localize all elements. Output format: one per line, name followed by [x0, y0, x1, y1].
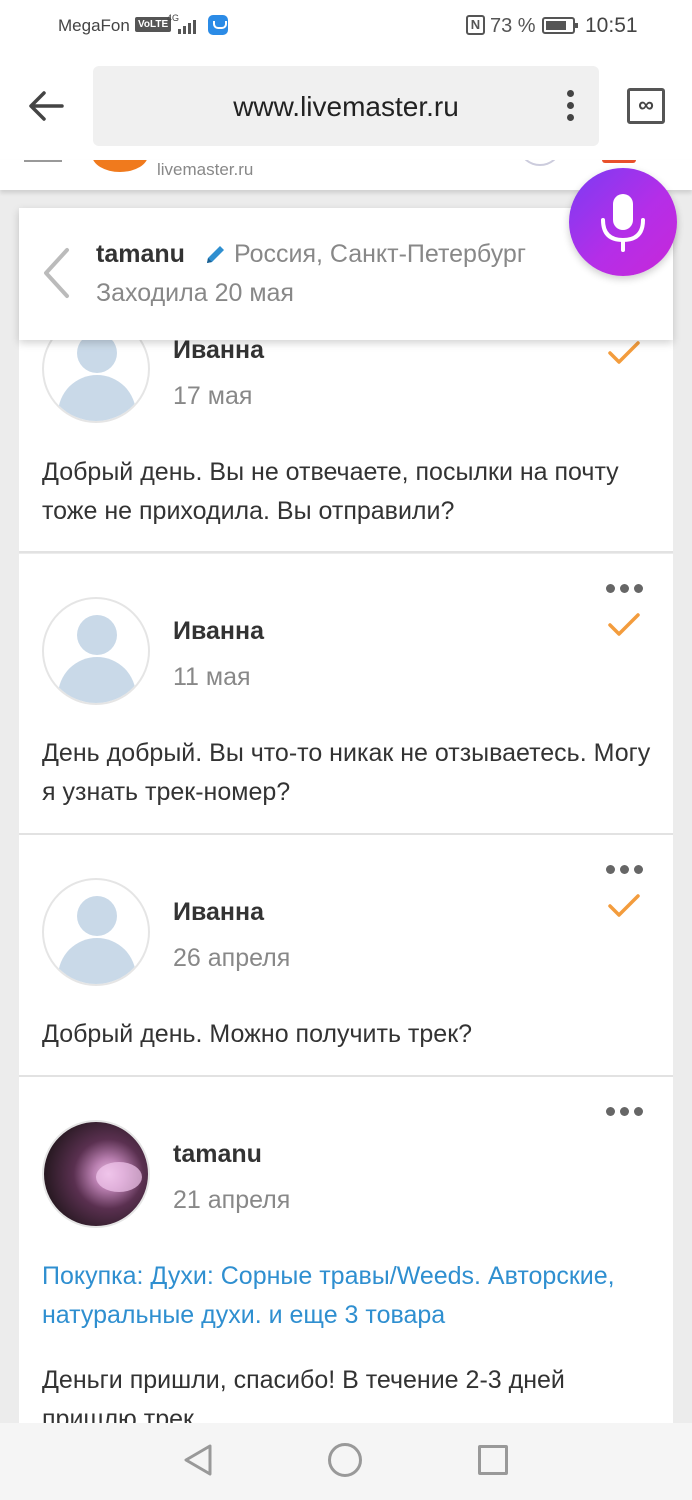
nav-home-icon[interactable]	[328, 1443, 362, 1477]
volte-badge: VoLTE	[135, 17, 172, 32]
more-horizontal-icon	[606, 865, 615, 874]
message-author[interactable]: Иванна	[173, 336, 264, 365]
arrow-left-icon	[29, 91, 64, 121]
message-text: Деньги пришли, спасибо! В течение 2-3 дн…	[42, 1366, 565, 1423]
user-icon[interactable]	[520, 160, 560, 166]
message-options-button[interactable]	[606, 584, 648, 594]
browser-toolbar: www.livemaster.ru ∞	[0, 52, 692, 160]
more-vertical-icon	[566, 90, 574, 97]
battery-icon	[542, 17, 578, 34]
status-bar: MegaFon VoLTE 4G N 73 % 10:51	[0, 0, 692, 52]
message-author[interactable]: tamanu	[173, 1140, 262, 1169]
more-menu-button[interactable]	[563, 90, 577, 124]
message-author[interactable]: Иванна	[173, 617, 264, 646]
purchase-link[interactable]: Покупка: Духи: Сорные травы/Weeds. Автор…	[42, 1257, 662, 1335]
profile-location: Россия, Санкт-Петербург	[234, 240, 526, 268]
avatar[interactable]	[42, 597, 150, 705]
site-domain: livemaster.ru	[157, 160, 254, 179]
address-bar[interactable]: www.livemaster.ru	[93, 66, 599, 146]
nav-recents-icon[interactable]	[478, 1445, 508, 1475]
system-nav-bar	[0, 1423, 692, 1500]
message-text: Добрый день. Можно получить трек?	[42, 1020, 473, 1048]
signal-icon	[178, 18, 200, 34]
battery-percent: 73 %	[490, 15, 536, 37]
menu-icon[interactable]	[24, 160, 62, 162]
profile-username[interactable]: tamanu	[96, 240, 185, 269]
message-author[interactable]: Иванна	[173, 898, 264, 927]
clock: 10:51	[585, 14, 638, 37]
message-date: 21 апреля	[173, 1186, 291, 1214]
messages-list: Иванна 17 мая Добрый день. Вы не отвечае…	[19, 208, 673, 1423]
read-check-icon	[608, 613, 640, 636]
notification-app-icon	[208, 15, 228, 35]
livemaster-logo[interactable]	[92, 160, 148, 172]
nfc-icon: N	[466, 15, 485, 35]
message-item: Иванна 26 апреля Добрый день. Можно полу…	[19, 835, 673, 1077]
message-date: 11 мая	[173, 663, 251, 691]
profile-last-seen: Заходила 20 мая	[96, 279, 294, 307]
carrier-name: MegaFon	[58, 16, 130, 35]
message-options-button[interactable]	[606, 865, 648, 875]
tabs-button[interactable]: ∞	[627, 88, 665, 124]
more-horizontal-icon	[606, 584, 615, 593]
read-check-icon	[608, 894, 640, 917]
message-text: Добрый день. Вы не отвечаете, посылки на…	[42, 458, 619, 525]
message-text: День добрый. Вы что-то никак не отзывает…	[42, 739, 651, 806]
voice-assistant-button[interactable]	[569, 168, 677, 276]
microphone-icon	[601, 194, 645, 252]
message-date: 26 апреля	[173, 944, 291, 972]
avatar[interactable]	[42, 1120, 150, 1228]
read-check-icon	[608, 341, 640, 364]
avatar[interactable]	[42, 878, 150, 986]
nav-back-icon[interactable]	[182, 1443, 214, 1477]
cart-icon[interactable]	[602, 160, 636, 163]
pencil-icon	[207, 246, 224, 263]
message-item: Иванна 11 мая День добрый. Вы что-то ник…	[19, 554, 673, 835]
url-text: www.livemaster.ru	[233, 91, 459, 122]
browser-back-button[interactable]	[26, 86, 66, 126]
message-date: 17 мая	[173, 382, 253, 410]
more-horizontal-icon	[606, 1107, 615, 1116]
message-item: tamanu 21 апреля Покупка: Духи: Сорные т…	[19, 1077, 673, 1423]
message-options-button[interactable]	[606, 1107, 648, 1117]
chevron-left-icon[interactable]	[41, 246, 71, 300]
